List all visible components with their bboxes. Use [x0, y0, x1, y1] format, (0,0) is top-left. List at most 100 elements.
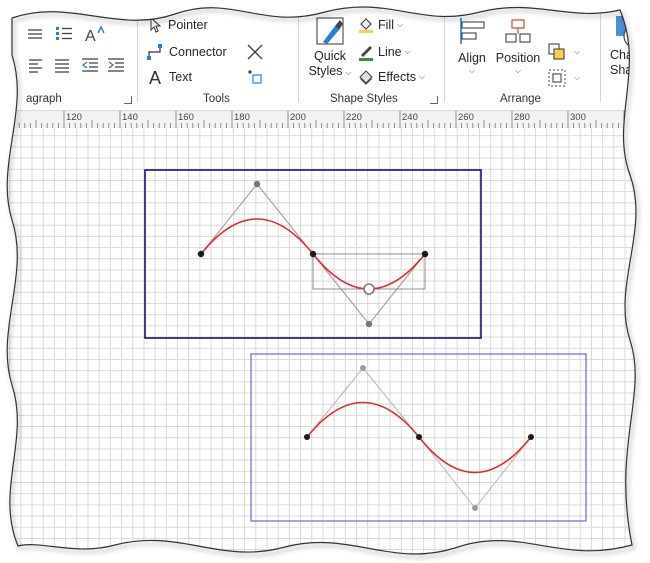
svg-text:A: A	[149, 68, 161, 86]
effects-button[interactable]: Effects ⌵	[358, 69, 425, 85]
text-tool-label: Text	[169, 70, 192, 84]
paragraph-group-label: agraph	[26, 93, 62, 105]
vertex-handle[interactable]	[309, 250, 317, 258]
control-point-handle[interactable]	[253, 180, 261, 188]
control-point-handle[interactable]	[365, 320, 373, 328]
change-shape-label-line2: Shape	[610, 63, 647, 77]
connector-icon	[147, 44, 162, 60]
change-shape-label-line1: Chang	[610, 48, 647, 62]
control-point-handle[interactable]	[360, 365, 366, 371]
group-divider	[600, 10, 601, 102]
visio-window: A agraph Pointer Connector A Text Tools …	[0, 0, 650, 563]
font-grow-icon: A	[85, 25, 105, 44]
group-divider	[298, 10, 299, 102]
text-tool-icon: A	[149, 68, 161, 86]
connection-point-tool-button[interactable]	[246, 68, 264, 86]
increase-indent-button[interactable]	[107, 57, 125, 73]
chevron-down-icon: ⌵	[418, 72, 426, 81]
pointer-icon	[150, 17, 162, 33]
shape-styles-dialog-launcher-icon[interactable]	[430, 96, 438, 104]
drawing-layer	[144, 169, 587, 522]
align-label: Align	[458, 51, 486, 65]
svg-text:A: A	[85, 28, 96, 44]
ruler-ticks	[2, 111, 647, 128]
paragraph-dialog-launcher-icon[interactable]	[124, 96, 132, 104]
justify-button[interactable]	[54, 57, 70, 73]
close-icon	[247, 44, 263, 60]
effects-label: Effects	[378, 70, 416, 84]
align-lines-icon	[28, 29, 42, 39]
quick-styles-button[interactable]: Quick Styles ⌵	[308, 16, 352, 80]
bulleted-list-icon	[56, 27, 72, 40]
connector-tool-label: Connector	[169, 45, 227, 59]
endpoint-handle[interactable]	[197, 250, 205, 258]
bring-forward-button[interactable]: ⌵	[548, 43, 580, 61]
pointer-tool-button[interactable]: Pointer	[148, 17, 208, 33]
quick-styles-styles-text: Styles	[308, 64, 343, 78]
fill-label: Fill	[378, 18, 394, 32]
arrange-group-label: Arrange	[500, 93, 541, 105]
chevron-down-icon: ⌵	[514, 66, 522, 75]
ruler-label: 120	[66, 112, 82, 123]
chevron-down-icon: ⌵	[574, 73, 581, 82]
ruler-label: 220	[346, 112, 362, 123]
position-icon	[505, 19, 531, 43]
endpoint-handle[interactable]	[304, 434, 310, 440]
chevron-down-icon: ⌵	[404, 47, 411, 56]
connector-tool-button[interactable]: Connector	[146, 43, 227, 61]
ribbon: A agraph Pointer Connector A Text Tools …	[0, 0, 650, 110]
position-button[interactable]: Position ⌵	[495, 16, 541, 76]
pencil-line-icon	[359, 46, 373, 61]
list-button[interactable]	[54, 24, 74, 42]
chevron-down-icon: ⌵	[396, 20, 404, 29]
chevron-down-icon: ⌵	[345, 68, 352, 77]
group-objects-icon	[548, 69, 566, 87]
fill-button[interactable]: Fill ⌵	[358, 16, 403, 34]
midpoint-handle[interactable]	[363, 283, 375, 295]
justify-icon	[55, 59, 69, 73]
ruler-label: 320	[626, 112, 642, 123]
line-button[interactable]: Line ⌵	[358, 43, 411, 61]
connection-point-icon	[248, 70, 262, 84]
paint-bucket-icon	[359, 18, 373, 33]
line-label: Line	[378, 45, 402, 59]
ruler-label: 300	[570, 112, 586, 123]
editing-group-label: Ed	[634, 93, 649, 105]
endpoint-handle[interactable]	[421, 250, 429, 258]
position-label: Position	[495, 51, 541, 65]
quick-styles-icon	[316, 17, 344, 45]
change-shape-button[interactable]: Chang Shape	[606, 14, 650, 78]
ruler-label: 180	[234, 112, 250, 123]
align-button[interactable]: Align ⌵	[454, 16, 490, 76]
text-direction-button[interactable]: A	[84, 24, 106, 44]
control-point-handle[interactable]	[472, 505, 478, 511]
align-objects-icon	[460, 18, 485, 44]
ruler-label: 160	[178, 112, 194, 123]
decrease-indent-icon	[81, 58, 98, 72]
endpoint-handle[interactable]	[528, 434, 534, 440]
effects-icon	[359, 70, 373, 85]
ruler-label: 240	[402, 112, 418, 123]
group-divider	[444, 10, 445, 102]
ruler-label: 280	[514, 112, 530, 123]
ruler-label: 260	[458, 112, 474, 123]
align-left-icon	[29, 59, 42, 73]
ruler-label: 200	[290, 112, 306, 123]
ruler-label: 140	[122, 112, 138, 123]
chevron-down-icon: ⌵	[574, 47, 581, 56]
tools-group-label: Tools	[203, 93, 230, 105]
pointer-tool-label: Pointer	[168, 18, 208, 32]
chevron-down-icon: ⌵	[468, 66, 476, 75]
decrease-indent-button[interactable]	[81, 57, 99, 73]
quick-styles-label-line2: Styles ⌵	[308, 64, 351, 80]
vertex-handle[interactable]	[416, 434, 422, 440]
drawing-canvas[interactable]	[0, 128, 650, 563]
align-left-button[interactable]	[28, 57, 44, 73]
text-tool-button[interactable]: A Text	[148, 68, 192, 86]
bring-forward-icon	[548, 43, 565, 60]
change-shape-icon	[616, 16, 649, 48]
bullets-button[interactable]	[24, 26, 44, 42]
horizontal-ruler[interactable]: 120 140 160 180 200 220 240 260 280 300 320	[0, 110, 650, 129]
group-objects-button[interactable]: ⌵	[548, 69, 580, 87]
close-shape-tools-button[interactable]	[246, 43, 264, 61]
